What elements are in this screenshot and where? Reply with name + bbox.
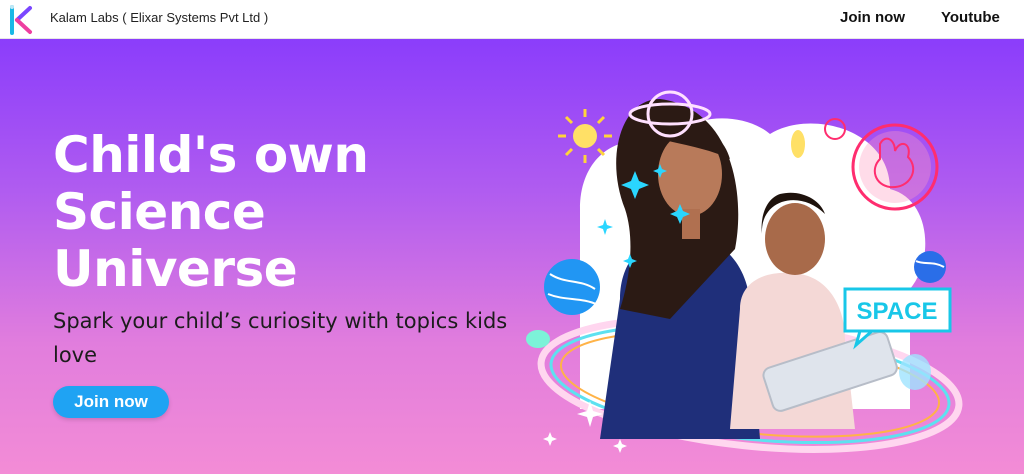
nav-join-now-link[interactable]: Join now xyxy=(840,9,905,26)
space-badge-text: SPACE xyxy=(857,298,938,325)
sun-icon xyxy=(558,109,612,163)
top-navigation-bar: Kalam Labs ( Elixar Systems Pvt Ltd ) Jo… xyxy=(0,0,1024,39)
nav-youtube-link[interactable]: Youtube xyxy=(941,9,1000,26)
headline-line-1: Child's own xyxy=(53,126,369,184)
hero-headline: Child's own Science Universe xyxy=(53,127,473,298)
headline-line-2: Science xyxy=(53,183,266,241)
hero-illustration: SPACE xyxy=(526,90,963,453)
planet-right-icon xyxy=(914,251,946,283)
hero-join-now-button[interactable]: Join now xyxy=(53,386,169,418)
brand-name[interactable]: Kalam Labs ( Elixar Systems Pvt Ltd ) xyxy=(50,10,268,25)
hero-subtext: Spark your child’s curiosity with topics… xyxy=(53,309,508,367)
rabbit-moon-icon xyxy=(851,123,939,211)
headline-line-3: Universe xyxy=(53,240,298,298)
kalam-logo-icon[interactable] xyxy=(8,5,34,35)
hero-section: Child's own Science Universe Spark your … xyxy=(0,39,1024,474)
